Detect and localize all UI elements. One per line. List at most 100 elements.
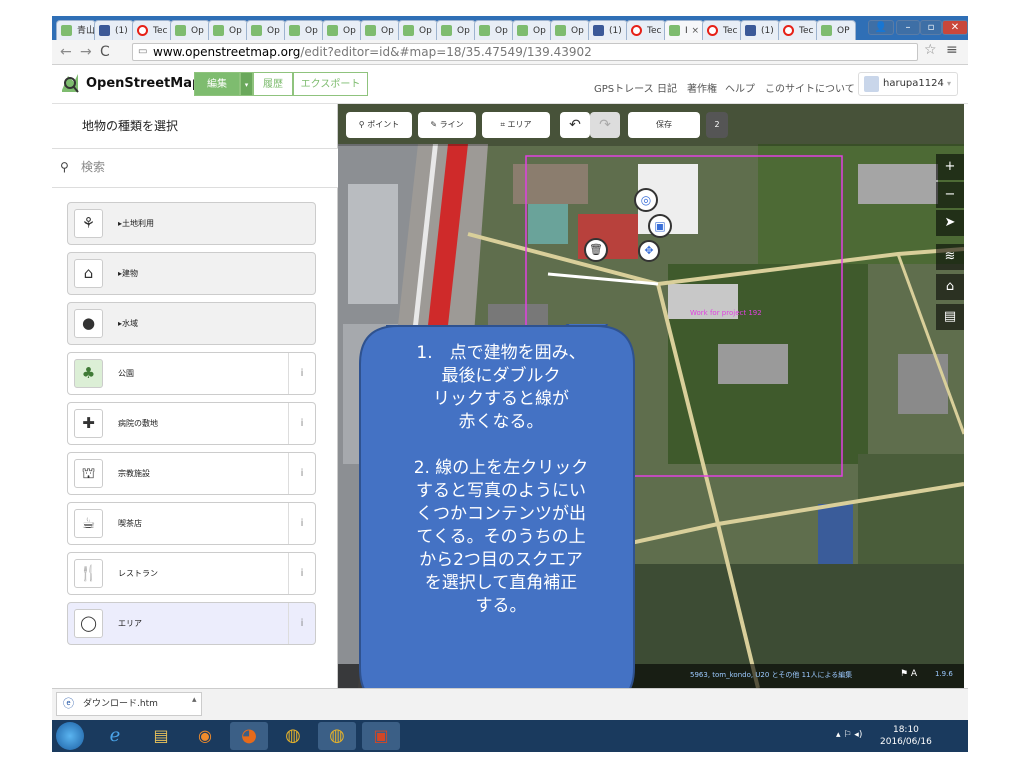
back-icon[interactable]: ← <box>60 44 72 60</box>
download-options-icon[interactable]: ▴ <box>192 695 197 705</box>
area-icon: ◯ <box>74 609 103 638</box>
browser-tab[interactable]: (1) <box>740 20 780 40</box>
browser-tab[interactable]: Op <box>170 20 210 40</box>
orthogonalize-icon[interactable]: ▣ <box>648 214 672 238</box>
address-bar[interactable]: ▭ www.openstreetmap.org/edit?editor=id&#… <box>132 43 918 61</box>
menu-icon[interactable]: ≡ <box>946 42 958 58</box>
export-button[interactable]: エクスポート <box>293 72 368 96</box>
circularize-icon[interactable]: ◎ <box>634 188 658 212</box>
browser-tab[interactable]: Op <box>208 20 248 40</box>
zoom-in-icon[interactable]: + <box>936 154 964 180</box>
minimize-icon[interactable]: – <box>896 20 920 35</box>
preset-item[interactable]: ⌂ ▸建物 <box>67 252 316 295</box>
preset-label: ▸水域 <box>118 319 139 328</box>
download-item[interactable]: ⓔ ダウンロード.htm <box>56 692 202 716</box>
browser-tab[interactable]: 青山 <box>56 20 96 40</box>
preset-item[interactable]: 🍴 レストラン i <box>67 552 316 595</box>
close-tab-icon[interactable]: × <box>691 21 699 40</box>
browser-tab[interactable]: Op <box>246 20 286 40</box>
layers-icon[interactable]: ≋ <box>936 244 964 270</box>
chrome-taskbar-icon[interactable]: ◍ <box>274 722 312 750</box>
browser-tab[interactable]: Op <box>398 20 438 40</box>
browser-tab[interactable]: OP <box>816 20 856 40</box>
preset-info-button[interactable]: i <box>288 353 315 394</box>
firefox-taskbar-icon[interactable]: ◕ <box>230 722 268 750</box>
tab-label: 青山 <box>77 26 96 36</box>
zoom-out-icon[interactable]: − <box>936 182 964 208</box>
version-readout: 1.9.6 <box>935 670 953 678</box>
close-window-icon[interactable]: ✕ <box>942 20 968 35</box>
preset-item[interactable]: ♣ 公園 i <box>67 352 316 395</box>
browser-tab[interactable]: Op <box>322 20 362 40</box>
browser-tab[interactable]: Op <box>512 20 552 40</box>
about-link[interactable]: このサイトについて <box>765 80 855 95</box>
tab-label: Op <box>267 26 280 36</box>
help-link[interactable]: ヘルプ <box>725 80 755 95</box>
geolocate-icon[interactable]: ➤ <box>936 210 964 236</box>
reload-icon[interactable]: C <box>100 44 110 60</box>
maximize-icon[interactable]: ▫ <box>920 20 942 35</box>
tab-label: Op <box>229 26 242 36</box>
history-label: 履歴 <box>263 79 283 90</box>
map-attribution[interactable]: 5963, tom_kondo, U20 とその他 11人による編集 <box>690 670 852 680</box>
browser-tab[interactable]: Op <box>284 20 324 40</box>
explorer-taskbar-icon[interactable]: ▤ <box>142 722 180 750</box>
page-icon: ▭ <box>138 46 148 57</box>
preset-info-button[interactable]: i <box>288 403 315 444</box>
preset-item[interactable]: ☕ 喫茶店 i <box>67 502 316 545</box>
browser-tab[interactable]: (1) <box>94 20 134 40</box>
browser-tab[interactable]: Tec <box>626 20 666 40</box>
browser-tab[interactable]: Tec <box>702 20 742 40</box>
preset-item[interactable]: ⛫ 宗教施設 i <box>67 452 316 495</box>
browser-tab[interactable]: Op <box>360 20 400 40</box>
user-menu[interactable]: harupa1124 ▾ <box>858 72 958 96</box>
help-book-icon[interactable]: ▤ <box>936 304 964 330</box>
preset-info-button[interactable]: i <box>288 603 315 644</box>
preset-item[interactable]: ⚘ ▸土地利用 <box>67 202 316 245</box>
preset-item[interactable]: ● ▸水域 <box>67 302 316 345</box>
user-profile-button[interactable]: 👤 <box>868 20 894 35</box>
site-name[interactable]: OpenStreetMap <box>86 76 201 91</box>
delete-icon[interactable]: 🗑 <box>584 238 608 262</box>
save-button[interactable]: 保存 <box>628 112 700 138</box>
browser-tab[interactable]: Tec <box>778 20 818 40</box>
browser-tab[interactable]: Op <box>474 20 514 40</box>
map-data-icon[interactable]: ⌂ <box>936 274 964 300</box>
browser-tab[interactable]: (1) <box>588 20 628 40</box>
ie-taskbar-icon[interactable]: ℯ <box>96 722 134 750</box>
osm-icon <box>327 25 338 36</box>
browser-tab[interactable]: Tec <box>132 20 172 40</box>
add-point-button[interactable]: ⚲ ポイント <box>346 112 412 138</box>
start-button[interactable] <box>56 722 84 750</box>
tree-icon: ♣ <box>74 359 103 388</box>
undo-icon[interactable]: ↶ <box>560 112 590 138</box>
copyright-link[interactable]: 著作権 <box>687 80 717 95</box>
preset-info-button[interactable]: i <box>288 503 315 544</box>
browser-tab[interactable]: Op <box>550 20 590 40</box>
accessibility-icon[interactable]: ⚑ A <box>900 669 917 679</box>
browser-tab[interactable]: Ӏ × <box>664 20 704 40</box>
tray-icons[interactable]: ▴ ⚐ ◂) <box>836 730 862 740</box>
media-player-taskbar-icon[interactable]: ◉ <box>186 722 224 750</box>
search-input[interactable]: 検索 <box>81 158 105 175</box>
taskbar-clock[interactable]: 18:10 2016/06/16 <box>880 724 932 748</box>
preset-item[interactable]: ◯ エリア i <box>67 602 316 645</box>
browser-tab[interactable]: Op <box>436 20 476 40</box>
preset-label: エリア <box>118 619 142 628</box>
bookmark-star-icon[interactable]: ☆ <box>924 42 937 58</box>
forward-icon[interactable]: → <box>80 44 92 60</box>
redo-icon[interactable]: ↷ <box>590 112 620 138</box>
history-button[interactable]: 履歴 <box>253 72 293 96</box>
edit-dropdown-icon[interactable]: ▾ <box>240 72 253 96</box>
add-area-button[interactable]: ⌗ エリア <box>482 112 550 138</box>
diary-link[interactable]: 日記 <box>657 80 677 95</box>
chrome-active-taskbar-icon[interactable]: ◍ <box>318 722 356 750</box>
edit-button[interactable]: 編集 <box>194 72 240 96</box>
powerpoint-taskbar-icon[interactable]: ▣ <box>362 722 400 750</box>
move-icon[interactable]: ✥ <box>638 240 660 262</box>
add-line-button[interactable]: ✎ ライン <box>418 112 476 138</box>
preset-info-button[interactable]: i <box>288 453 315 494</box>
preset-info-button[interactable]: i <box>288 553 315 594</box>
gps-traces-link[interactable]: GPSトレース <box>594 80 654 95</box>
preset-item[interactable]: ✚ 病院の敷地 i <box>67 402 316 445</box>
